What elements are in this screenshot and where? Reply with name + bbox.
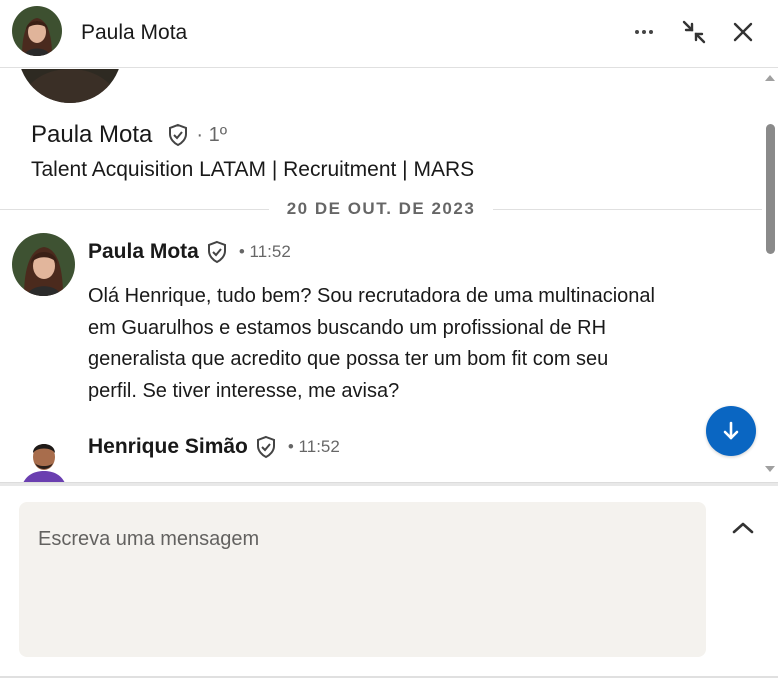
message-time: • 11:52 xyxy=(287,437,340,456)
chevron-up-icon xyxy=(732,522,754,534)
message-time: • 11:52 xyxy=(238,242,291,261)
date-divider-text: 20 DE OUT. DE 2023 xyxy=(286,199,476,218)
date-divider: 20 DE OUT. DE 2023 xyxy=(0,197,762,221)
profile-headline: Talent Acquisition LATAM | Recruitment |… xyxy=(31,158,475,181)
conversation-header: Paula Mota xyxy=(0,0,778,68)
sender-name[interactable]: Henrique Simão xyxy=(88,435,248,459)
avatar[interactable] xyxy=(12,6,62,56)
more-horizontal-icon xyxy=(635,30,653,34)
arrow-down-icon xyxy=(723,421,739,440)
scroll-up-arrow-icon[interactable] xyxy=(765,75,775,81)
close-icon xyxy=(733,22,753,42)
verified-shield-icon xyxy=(169,123,188,147)
scroll-down-arrow-icon[interactable] xyxy=(765,466,775,472)
profile-name-text[interactable]: Paula Mota xyxy=(31,121,152,149)
connection-degree: · 1º xyxy=(196,123,228,146)
message-meta: Henrique Simão • 11:52 xyxy=(88,435,340,459)
message-input-placeholder: Escreva uma mensagem xyxy=(38,528,260,550)
sender-name[interactable]: Paula Mota xyxy=(88,240,199,264)
avatar[interactable] xyxy=(12,233,75,296)
minimize-button[interactable] xyxy=(676,14,712,50)
expand-composer-button[interactable] xyxy=(725,510,761,546)
message-meta: Paula Mota • 11:52 xyxy=(88,240,291,264)
message-thread[interactable]: Paula Mota · 1º Talent Acquisition LATAM… xyxy=(0,69,762,482)
composer-divider xyxy=(0,482,778,486)
scrollbar-thumb[interactable] xyxy=(766,124,775,254)
profile-card-name: Paula Mota · 1º xyxy=(31,121,227,149)
header-name[interactable]: Paula Mota xyxy=(81,21,187,45)
message-input[interactable]: Escreva uma mensagem xyxy=(19,502,706,657)
message-body-partial xyxy=(88,475,288,482)
profile-photo[interactable] xyxy=(18,69,122,103)
verified-shield-icon xyxy=(256,435,275,459)
more-options-button[interactable] xyxy=(626,14,662,50)
jump-to-latest-button[interactable] xyxy=(706,406,756,456)
verified-shield-icon xyxy=(207,240,226,264)
close-button[interactable] xyxy=(725,14,761,50)
message-body: Olá Henrique, tudo bem? Sou recrutadora … xyxy=(88,285,655,402)
thread-scrollbar[interactable] xyxy=(762,69,778,482)
avatar[interactable] xyxy=(12,431,75,482)
minimize-arrows-icon xyxy=(682,20,706,44)
